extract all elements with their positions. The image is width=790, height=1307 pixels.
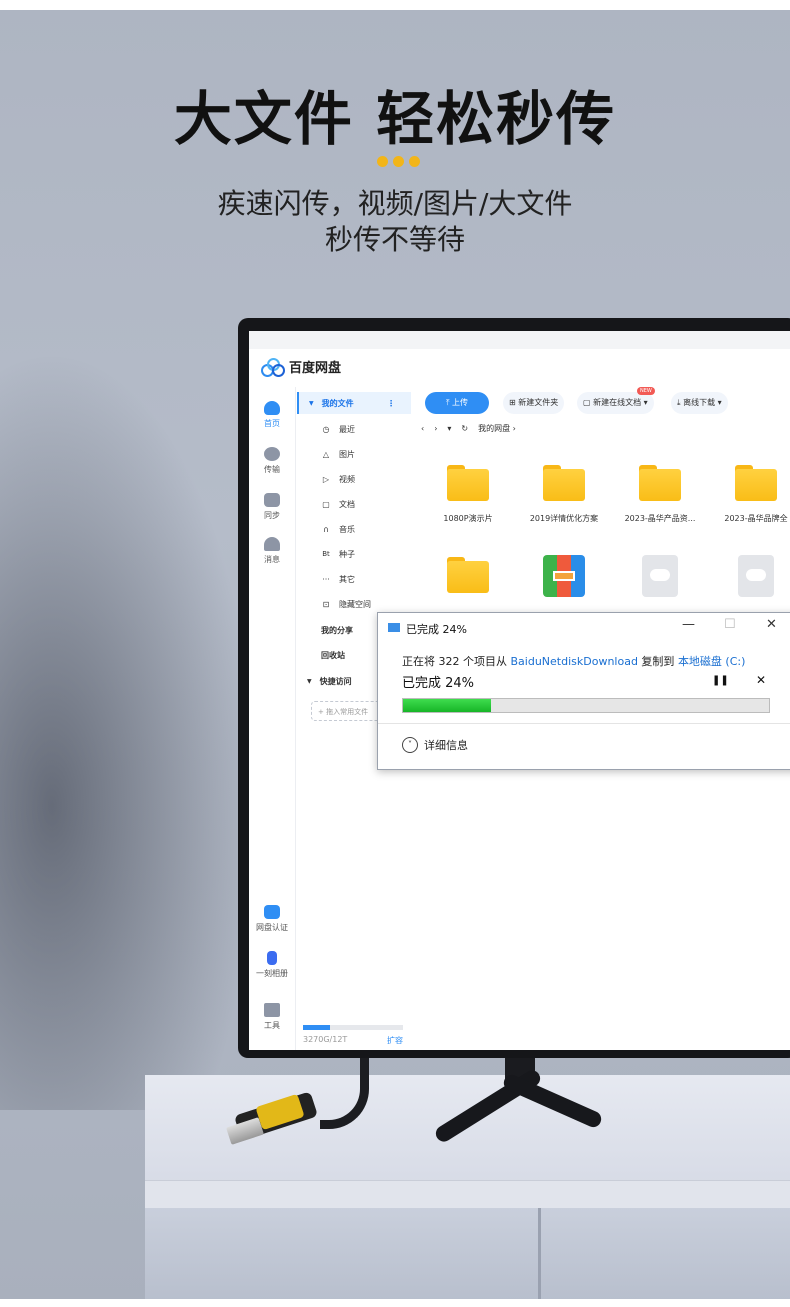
message-icon xyxy=(264,537,280,551)
breadcrumb[interactable]: 我的网盘 › xyxy=(478,423,516,434)
album-icon xyxy=(267,951,277,965)
caret-down-icon: ▼ xyxy=(309,399,314,407)
pause-icon[interactable]: ❚❚ xyxy=(712,675,729,686)
destination-link[interactable]: 本地磁盘 (C:) xyxy=(678,655,745,668)
file-tile[interactable] xyxy=(423,557,513,593)
forward-icon[interactable]: › xyxy=(434,424,437,433)
new-badge: NEW xyxy=(637,387,655,395)
cloud-file-icon xyxy=(738,555,774,597)
nav-album[interactable]: 一刻相册 xyxy=(249,951,295,979)
nav-home[interactable]: 首页 xyxy=(249,401,295,429)
lock-icon: ⊡ xyxy=(322,599,330,609)
nav-torrents[interactable]: Bt 种子 xyxy=(297,543,409,565)
history-dropdown-icon[interactable]: ▾ xyxy=(447,424,451,433)
minimize-icon[interactable]: — xyxy=(682,617,695,632)
file-tile[interactable]: 2019详情优化方案 xyxy=(519,465,609,524)
headphones-icon: ∩ xyxy=(323,524,329,534)
wall-shadow xyxy=(0,350,260,1110)
tools-icon xyxy=(264,1003,280,1017)
more-vertical-icon[interactable]: ⋮ xyxy=(387,399,395,408)
nav-verify[interactable]: 网盘认证 xyxy=(249,905,295,933)
folder-icon xyxy=(447,557,489,593)
folder-icon xyxy=(639,465,681,501)
nav-recent[interactable]: ◷ 最近 xyxy=(297,418,409,440)
top-border xyxy=(0,0,790,10)
more-icon: ··· xyxy=(322,574,330,584)
file-tile[interactable]: 2023-晶华品牌全 xyxy=(711,465,790,524)
copy-icon xyxy=(388,623,400,632)
nav-my-files[interactable]: ▼ 我的文件 ⋮ xyxy=(297,392,411,414)
expand-storage-link[interactable]: 扩容 xyxy=(387,1035,403,1046)
folder-icon xyxy=(735,465,777,501)
progress-bar xyxy=(402,698,770,713)
storage-usage: 3270G/12T xyxy=(303,1035,348,1044)
storage-bar xyxy=(303,1025,403,1030)
new-folder-button[interactable]: ⊞ 新建文件夹 xyxy=(503,392,565,414)
sync-icon xyxy=(264,493,280,507)
home-icon xyxy=(264,401,280,415)
upload-button[interactable]: ⤒ 上传 xyxy=(425,392,489,414)
folder-icon xyxy=(447,465,489,501)
subline-2: 秒传不等待 xyxy=(324,223,465,256)
bt-icon: Bt xyxy=(322,550,330,558)
add-common-file-dropzone[interactable]: + 拖入常用文件 xyxy=(311,701,381,721)
folder-icon xyxy=(543,465,585,501)
archive-icon xyxy=(543,555,585,597)
clock-icon: ◷ xyxy=(322,424,330,434)
divider xyxy=(378,723,790,724)
subline-1: 疾速闪传，视频/图片/大文件 xyxy=(217,187,573,220)
dialog-title: 已完成 24% xyxy=(406,623,467,636)
cabinet-edge xyxy=(145,1180,790,1209)
file-tile[interactable] xyxy=(615,555,705,597)
cabinet-door-line xyxy=(538,1208,541,1300)
maximize-icon[interactable]: ☐ xyxy=(724,617,736,632)
headline: 大文件 轻松秒传 xyxy=(173,85,617,153)
nav-message[interactable]: 消息 xyxy=(249,537,295,565)
caret-down-icon: ▼ xyxy=(307,677,312,685)
left-icon-bar: 首页 传输 同步 消息 网盘认证 一刻相册 工具 xyxy=(249,387,296,1050)
nav-documents[interactable]: ▢ 文档 xyxy=(297,493,409,515)
offline-download-button[interactable]: ⤓ 离线下载 ▾ xyxy=(671,392,728,414)
brand-name: 百度网盘 xyxy=(289,361,342,376)
details-toggle[interactable]: ˅ 详细信息 xyxy=(402,737,468,753)
new-online-doc-button[interactable]: ▢ 新建在线文档 ▾ xyxy=(577,392,654,414)
nav-images[interactable]: △ 图片 xyxy=(297,443,409,465)
copy-description: 正在将 322 个项目从 BaiduNetdiskDownload 复制到 本地… xyxy=(402,655,746,668)
file-tile[interactable]: 1080P演示片 xyxy=(423,465,513,524)
chevron-down-icon: ˅ xyxy=(402,737,418,753)
verify-icon xyxy=(264,905,280,919)
accent-dots xyxy=(377,156,420,167)
cloud-file-icon xyxy=(642,555,678,597)
percent-complete: 已完成 24% xyxy=(402,676,475,691)
close-icon[interactable]: ✕ xyxy=(766,617,777,632)
cabinet-front xyxy=(145,1208,790,1300)
image-icon: △ xyxy=(322,449,330,459)
path-bar: ‹ › ▾ ↻ 我的网盘 › xyxy=(421,423,516,434)
play-icon: ▷ xyxy=(322,474,330,484)
document-icon: ▢ xyxy=(322,499,330,509)
bottom-border xyxy=(0,1299,790,1307)
source-link[interactable]: BaiduNetdiskDownload xyxy=(511,655,638,668)
progress-bar-fill xyxy=(403,699,491,712)
nav-videos[interactable]: ▷ 视频 xyxy=(297,468,409,490)
refresh-icon[interactable]: ↻ xyxy=(461,424,468,433)
file-tile[interactable]: 2023-晶华产品资... xyxy=(615,465,705,524)
nav-sync[interactable]: 同步 xyxy=(249,493,295,521)
nav-transfer[interactable]: 传输 xyxy=(249,447,295,475)
baidu-cloud-logo-icon xyxy=(261,357,285,377)
cancel-icon[interactable]: ✕ xyxy=(756,673,766,687)
storage-bar-fill xyxy=(303,1025,330,1030)
back-icon[interactable]: ‹ xyxy=(421,424,424,433)
nav-other[interactable]: ··· 其它 xyxy=(297,568,409,590)
file-tile[interactable] xyxy=(519,555,609,597)
nav-tools[interactable]: 工具 xyxy=(249,1003,295,1031)
file-tile[interactable] xyxy=(711,555,790,597)
app-brand: 百度网盘 xyxy=(261,357,342,377)
nav-music[interactable]: ∩ 音乐 xyxy=(297,518,409,540)
app-titlebar xyxy=(249,331,790,349)
transfer-icon xyxy=(264,447,280,461)
copy-progress-dialog: 已完成 24% — ☐ ✕ 正在将 322 个项目从 BaiduNetdiskD… xyxy=(377,612,790,770)
